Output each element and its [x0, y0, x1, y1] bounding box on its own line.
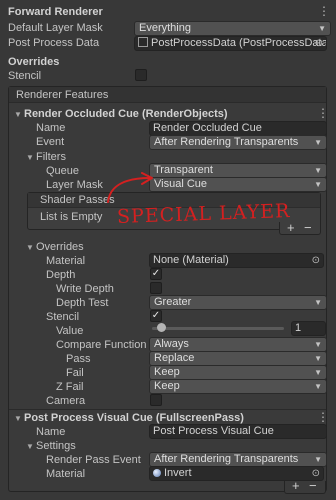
asset-icon — [138, 37, 148, 47]
queue-label: Queue — [46, 165, 80, 177]
chevron-down-icon: ▼ — [314, 455, 322, 464]
chevron-down-icon: ▼ — [314, 368, 322, 377]
pass-value: Replace — [154, 352, 195, 364]
default-layer-mask-value: Everything — [139, 22, 191, 34]
remove-pass-button[interactable]: − — [304, 221, 312, 235]
chevron-down-icon: ▼ — [318, 24, 326, 33]
render-objects-title: Render Occluded Cue (RenderObjects) — [24, 108, 228, 120]
queue-dropdown[interactable]: Transparent ▼ — [149, 163, 327, 178]
chevron-down-icon: ▼ — [314, 298, 322, 307]
fs-material-value: Invert — [164, 467, 192, 479]
overrides-title: Overrides — [8, 56, 60, 68]
fail-label: Fail — [66, 367, 84, 379]
compare-function-dropdown[interactable]: Always ▼ — [149, 337, 327, 352]
pass-label: Pass — [66, 353, 91, 365]
fs-name-label: Name — [36, 426, 66, 438]
post-process-data-label: Post Process Data — [8, 37, 100, 49]
camera-checkbox[interactable] — [150, 394, 162, 406]
chevron-down-icon: ▼ — [314, 166, 322, 175]
write-depth-label: Write Depth — [56, 283, 114, 295]
material-label: Material — [46, 255, 86, 267]
stencil-label: Stencil — [46, 311, 80, 323]
menu-icon[interactable]: ⋮ — [317, 411, 329, 423]
queue-value: Transparent — [154, 164, 213, 176]
layer-mask-dropdown[interactable]: Visual Cue ▼ — [149, 177, 327, 192]
write-depth-checkbox[interactable] — [150, 282, 162, 294]
remove-feature-button[interactable]: − — [309, 479, 317, 493]
name-input[interactable]: Render Occluded Cue — [149, 121, 327, 136]
event-dropdown[interactable]: After Rendering Transparents ▼ — [149, 135, 327, 150]
value-label: Value — [56, 325, 84, 337]
fail-dropdown[interactable]: Keep ▼ — [149, 365, 327, 380]
fail-value: Keep — [154, 366, 180, 378]
fullscreen-pass-title: Post Process Visual Cue (FullscreenPass) — [24, 412, 244, 424]
target-icon[interactable]: ⊙ — [312, 254, 320, 267]
stencil-override-checkbox[interactable] — [135, 69, 147, 81]
name-label: Name — [36, 122, 66, 134]
foldout-arrow-icon[interactable]: ▼ — [14, 414, 22, 423]
renderer-features-title: Renderer Features — [16, 89, 109, 101]
layer-mask-label: Layer Mask — [46, 179, 103, 191]
chevron-down-icon: ▼ — [314, 138, 322, 147]
stencil-override-label: Stencil — [8, 70, 42, 82]
add-pass-button[interactable]: + — [287, 221, 295, 235]
feature-divider — [9, 409, 326, 410]
material-field[interactable]: None (Material) ⊙ — [149, 253, 324, 268]
default-layer-mask-label: Default Layer Mask — [8, 22, 103, 34]
compare-function-value: Always — [154, 338, 189, 350]
pass-dropdown[interactable]: Replace ▼ — [149, 351, 327, 366]
depth-test-value: Greater — [154, 296, 192, 308]
event-label: Event — [36, 136, 65, 148]
filters-label: Filters — [36, 151, 66, 163]
material-value: None (Material) — [153, 254, 229, 266]
foldout-arrow-icon[interactable]: ▼ — [26, 442, 34, 451]
value-slider-track[interactable] — [152, 327, 284, 330]
zfail-dropdown[interactable]: Keep ▼ — [149, 379, 327, 394]
depth-checkbox[interactable]: ✓ — [150, 268, 162, 280]
render-pass-event-dropdown[interactable]: After Rendering Transparents ▼ — [149, 452, 327, 467]
chevron-down-icon: ▼ — [314, 382, 322, 391]
forward-renderer-title: Forward Renderer — [8, 6, 103, 18]
settings-label: Settings — [36, 440, 76, 452]
slider-knob[interactable] — [157, 323, 166, 332]
target-icon[interactable]: ⊙ — [315, 37, 323, 50]
value-input[interactable]: 1 — [291, 321, 326, 336]
list-footer — [279, 222, 321, 235]
chevron-down-icon: ▼ — [314, 340, 322, 349]
depth-test-dropdown[interactable]: Greater ▼ — [149, 295, 327, 310]
render-pass-event-value: After Rendering Transparents — [154, 453, 299, 465]
depth-label: Depth — [46, 269, 76, 281]
foldout-arrow-icon[interactable]: ▼ — [14, 110, 22, 119]
fs-material-label: Material — [46, 468, 86, 480]
event-value: After Rendering Transparents — [154, 136, 299, 148]
stencil-checkbox[interactable]: ✓ — [150, 310, 162, 322]
depth-test-label: Depth Test — [56, 297, 109, 309]
layer-mask-value: Visual Cue — [154, 178, 207, 190]
fs-name-input[interactable]: Post Process Visual Cue — [149, 424, 327, 439]
post-process-data-value: PostProcessData (PostProcessData) — [151, 37, 327, 49]
render-pass-event-label: Render Pass Event — [46, 454, 141, 466]
foldout-arrow-icon[interactable]: ▼ — [26, 153, 34, 162]
menu-icon[interactable]: ⋮ — [317, 107, 329, 119]
add-feature-button[interactable]: + — [292, 479, 300, 493]
chevron-down-icon: ▼ — [314, 180, 322, 189]
features-footer — [284, 481, 326, 494]
overrides-label: Overrides — [36, 241, 84, 253]
zfail-label: Z Fail — [56, 381, 84, 393]
default-layer-mask-dropdown[interactable]: Everything ▼ — [134, 21, 331, 36]
menu-icon[interactable]: ⋮ — [318, 5, 330, 17]
chevron-down-icon: ▼ — [314, 354, 322, 363]
post-process-data-field[interactable]: PostProcessData (PostProcessData) ⊙ — [134, 36, 327, 51]
zfail-value: Keep — [154, 380, 180, 392]
camera-label: Camera — [46, 395, 86, 407]
compare-function-label: Compare Function — [56, 339, 147, 351]
material-icon — [153, 469, 161, 477]
list-empty-label: List is Empty — [40, 211, 103, 223]
foldout-arrow-icon[interactable]: ▼ — [26, 243, 34, 252]
